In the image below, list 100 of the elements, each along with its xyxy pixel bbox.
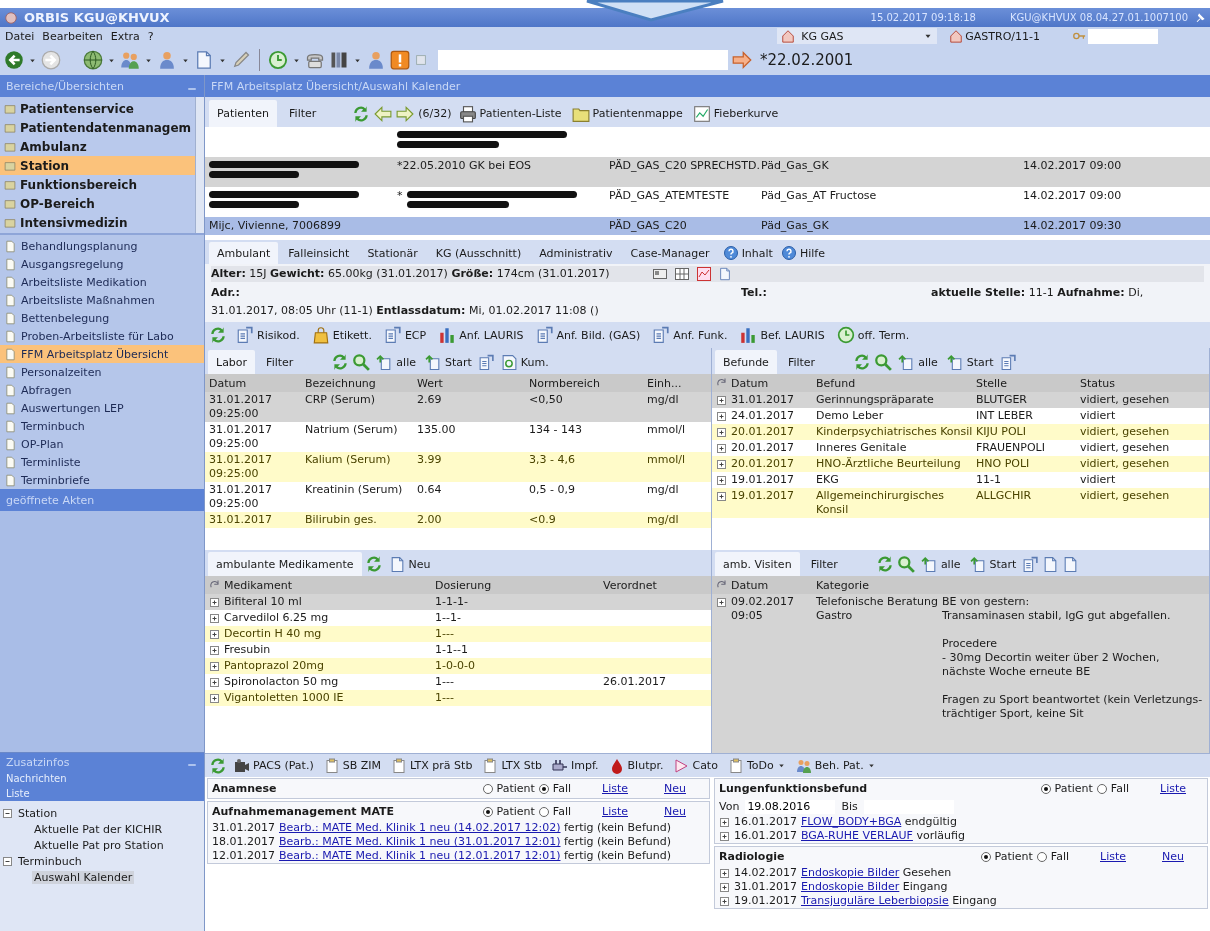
expand-icon[interactable] — [209, 597, 220, 608]
right-arrow-icon[interactable] — [396, 104, 415, 123]
table-row[interactable]: 31.01.2017 09:25:00 CRP (Serum) 2.69 <0,50 mg/dl — [205, 392, 711, 422]
table-row[interactable]: 19.01.2017 Allgemeinchirurgisches Konsil ALLGCHIR vidiert, gesehen — [712, 488, 1209, 518]
radio-button[interactable] — [538, 806, 549, 817]
toolbar-button[interactable]: ToDo — [724, 756, 789, 775]
tab[interactable]: Administrativ — [531, 242, 621, 264]
expand-icon[interactable] — [209, 629, 220, 640]
search-icon[interactable] — [896, 555, 915, 573]
card-icon[interactable] — [651, 266, 668, 282]
entry-link[interactable]: Endoskopie Bilder — [801, 866, 900, 879]
link[interactable]: Liste — [1143, 782, 1203, 795]
sidebar-item[interactable]: Ausgangsregelung — [0, 255, 204, 273]
column-header[interactable]: Kategorie — [816, 578, 869, 592]
expand-icon[interactable] — [716, 491, 727, 502]
table-row[interactable]: Carvedilol 6.25 mg 1--1- — [205, 610, 711, 626]
sidebar-item[interactable]: Terminliste — [0, 453, 204, 471]
toolbar-button[interactable]: SB ZIM — [320, 756, 384, 775]
refresh-icon[interactable] — [352, 104, 371, 123]
radio-button[interactable] — [482, 806, 493, 817]
input-field[interactable] — [1088, 28, 1158, 44]
left-arrow-icon[interactable] — [374, 104, 393, 123]
table-row[interactable]: * PÄD_GAS_ATEMTESTE Päd_Gas_AT Fructose 14.02.2017 09:00 — [205, 187, 1210, 217]
expand-icon[interactable] — [716, 443, 727, 454]
expand-icon[interactable] — [209, 645, 220, 656]
table-row[interactable]: 31.01.2017 09:25:00 Kalium (Serum) 3.99 3,3 - 4,6 mmol/l — [205, 452, 711, 482]
tab[interactable]: Filter — [281, 100, 325, 127]
sidebar-item[interactable]: Behandlungsplanung — [0, 237, 204, 255]
tree-item[interactable]: Auswahl Kalender — [32, 870, 135, 884]
refresh-icon[interactable] — [331, 353, 350, 371]
toolbar-button[interactable]: Etikett. — [308, 325, 375, 345]
pin-icon[interactable] — [1194, 11, 1206, 24]
column-header[interactable]: Verordnet — [603, 578, 657, 592]
tab[interactable]: Case-Manager — [622, 242, 718, 264]
department-dropdown[interactable]: KG GAS — [777, 28, 938, 44]
toolbar-button[interactable]: Anf. LAURIS — [435, 325, 527, 345]
sidebar-group[interactable]: Ambulanz — [0, 137, 196, 156]
toolbar-button[interactable]: alle — [373, 352, 419, 372]
toolbar-button[interactable]: Start — [422, 352, 475, 372]
column-header[interactable]: Befund — [816, 376, 856, 390]
toolbar-button[interactable]: Patienten-Liste — [455, 103, 565, 124]
refresh-icon[interactable] — [209, 326, 227, 344]
table-row[interactable]: 19.01.2017 EKG 11-1 vidiert — [712, 472, 1209, 488]
toolbar-button[interactable]: Risikod. — [233, 325, 303, 345]
entry-link[interactable]: FLOW_BODY+BGA — [801, 815, 902, 828]
entry-link[interactable]: Bearb.: MATE Med. Klinik 1 neu (14.02.2017 12:02) — [279, 821, 561, 834]
sidebar-item[interactable]: FFM Arbeitsplatz Übersicht — [0, 345, 204, 363]
expand-icon[interactable] — [716, 427, 727, 438]
book-icon[interactable] — [329, 50, 349, 70]
link[interactable]: Liste — [585, 782, 645, 795]
refresh-icon[interactable] — [875, 555, 894, 573]
tab[interactable]: Filter — [802, 552, 846, 576]
tab[interactable]: Filter — [258, 350, 302, 374]
toolbar-button[interactable]: LTX prä Stb — [388, 756, 476, 775]
collapse-icon[interactable] — [2, 807, 13, 819]
right-arrow-icon[interactable] — [732, 50, 752, 70]
radio-button[interactable] — [538, 783, 549, 794]
tree-item[interactable]: Terminbuch — [18, 854, 82, 868]
toolbar-button[interactable]: LTX Stb — [479, 756, 546, 775]
table-row[interactable]: Spironolacton 50 mg 1--- 26.01.2017 — [205, 674, 711, 690]
toolbar-button[interactable]: Impf. — [549, 756, 602, 775]
link[interactable]: Neu — [1143, 850, 1203, 863]
back-icon[interactable] — [4, 50, 24, 70]
tab[interactable]: Befunde — [715, 350, 777, 374]
link[interactable]: Liste — [1083, 850, 1143, 863]
sidebar-item[interactable]: Bettenbelegung — [0, 309, 204, 327]
table-row[interactable]: Decortin H 40 mg 1--- — [205, 626, 711, 642]
toolbar-button[interactable]: Neu — [385, 554, 434, 574]
link[interactable]: Neu — [645, 805, 705, 818]
tab[interactable]: Labor — [208, 350, 256, 374]
sidebar-item[interactable]: Proben-Arbeitsliste für Labo — [0, 327, 204, 345]
sidebar-item[interactable]: Personalzeiten — [0, 363, 204, 381]
clock-icon[interactable] — [268, 50, 288, 70]
radio-button[interactable] — [1040, 783, 1051, 794]
tree-item[interactable]: Aktuelle Pat der KICHIR — [32, 822, 165, 836]
expand-icon[interactable] — [719, 882, 730, 893]
toolbar-button[interactable]: ECP — [380, 325, 430, 345]
expand-icon[interactable] — [716, 597, 727, 608]
toolbar-button[interactable]: off. Term. — [833, 325, 913, 345]
sidebar-item[interactable]: Arbeitsliste Medikation — [0, 273, 204, 291]
table-row[interactable]: 31.01.2017 09:25:00 Natrium (Serum) 135.00 134 - 143 mmol/l — [205, 422, 711, 452]
toolbar-button[interactable]: Patientenmappe — [568, 103, 686, 124]
table-row[interactable]: Bifiteral 10 ml 1-1-1- — [205, 594, 711, 610]
toolbar-button[interactable]: Blutpr. — [605, 756, 667, 775]
expand-icon[interactable] — [209, 613, 220, 624]
tab[interactable]: Ambulant — [209, 242, 279, 264]
document-icon[interactable] — [999, 353, 1017, 371]
tab[interactable]: Falleinsicht — [280, 242, 358, 264]
tree-item[interactable]: Aktuelle Pat pro Station — [32, 838, 166, 852]
link[interactable]: Liste — [585, 805, 645, 818]
tree-item[interactable]: Station — [18, 806, 58, 820]
column-header[interactable]: Medikament — [224, 578, 292, 592]
radio-button[interactable] — [980, 851, 991, 862]
expand-icon[interactable] — [719, 896, 730, 907]
sidebar-group[interactable]: OP-Bereich — [0, 194, 196, 213]
document-icon[interactable] — [477, 353, 495, 371]
toolbar-button[interactable]: Beh. Pat. — [792, 756, 879, 775]
table-row[interactable]: *22.05.2010 GK bei EOS PÄD_GAS_C20 SPRECHSTD.Päd_Gas_GK 14.02.2017 09:00 — [205, 157, 1210, 187]
globe-icon[interactable] — [83, 50, 103, 70]
expand-icon[interactable] — [716, 395, 727, 406]
